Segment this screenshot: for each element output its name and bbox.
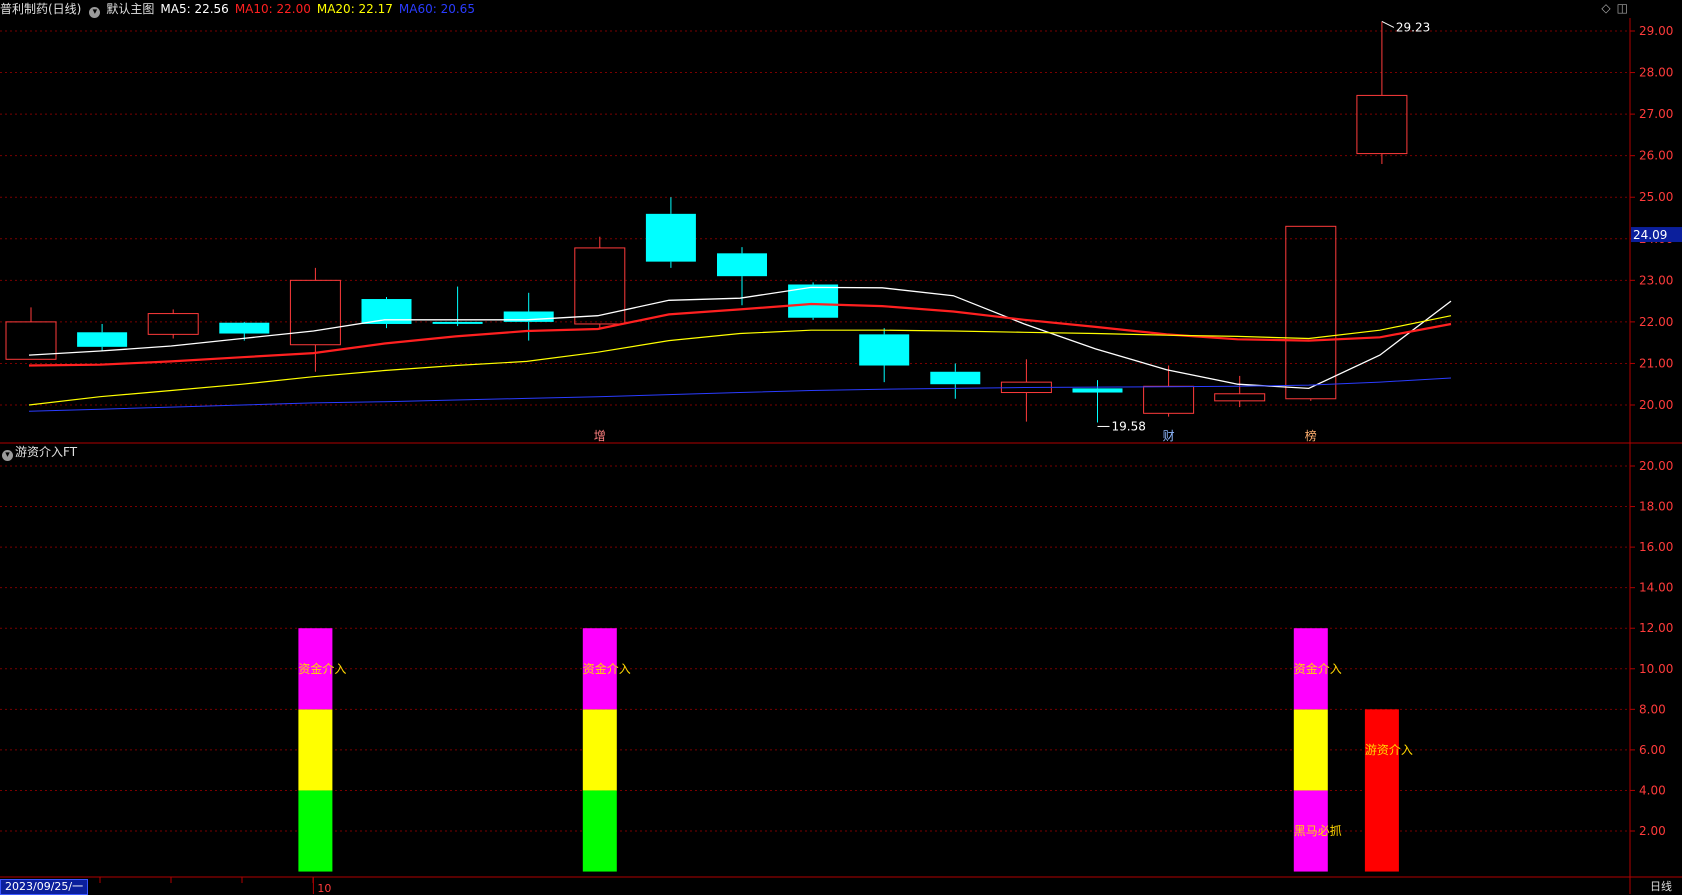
month-tick-label: 10 [317, 882, 331, 894]
ma-line-ma60 [28, 377, 1452, 412]
y-tick-label: 16.00 [1639, 540, 1673, 554]
y-tick-label: 21.00 [1639, 356, 1673, 370]
event-marker: 财 [1163, 429, 1175, 443]
y-tick-label: 12.00 [1639, 621, 1673, 635]
signal-label: 资金介入 [583, 661, 631, 676]
signal-bar-segment [298, 709, 333, 791]
candle-body [717, 253, 767, 277]
y-tick-label: 2.00 [1639, 824, 1666, 838]
candle-body [859, 334, 910, 366]
y-tick-label: 29.00 [1639, 24, 1673, 38]
y-tick-label: 20.00 [1639, 398, 1673, 412]
current-price-label: 24.09 [1633, 228, 1667, 242]
event-marker: 增 [594, 429, 606, 443]
signal-bar-segment [1293, 709, 1328, 791]
candle-body [219, 322, 270, 334]
y-tick-label: 14.00 [1639, 581, 1673, 595]
candle-body [1072, 388, 1123, 393]
candle-body [1143, 385, 1195, 414]
max-price-label: 29.23 [1396, 20, 1430, 34]
y-tick-label: 26.00 [1639, 149, 1673, 163]
y-tick-label: 23.00 [1639, 273, 1673, 287]
signal-bar-segment [298, 790, 333, 872]
candle-body [1214, 393, 1266, 402]
y-tick-label: 25.00 [1639, 190, 1673, 204]
signal-label: 资金介入 [298, 661, 346, 676]
y-tick-label: 18.00 [1639, 500, 1673, 514]
ma-line-ma10 [28, 302, 1452, 367]
candle-body [1356, 94, 1408, 155]
candle-body [1285, 225, 1337, 400]
candle-body [432, 321, 483, 324]
y-tick-label: 4.00 [1639, 783, 1666, 797]
candle-body [645, 213, 696, 262]
y-tick-label: 10.00 [1639, 662, 1673, 676]
candle-body [930, 371, 981, 385]
chart-canvas[interactable]: 29.0028.0027.0026.0025.0024.0023.0022.00… [0, 0, 1682, 894]
signal-label: 黑马必抓 [1294, 824, 1342, 838]
y-tick-label: 6.00 [1639, 743, 1666, 757]
y-tick-label: 28.00 [1639, 66, 1673, 80]
y-tick-label: 20.00 [1639, 459, 1673, 473]
signal-label: 资金介入 [1294, 661, 1342, 676]
y-tick-label: 8.00 [1639, 702, 1666, 716]
signal-bar-segment [582, 709, 617, 791]
max-arrow [1381, 20, 1395, 28]
date-cursor-label: 2023/09/25/一 [0, 879, 89, 895]
candle-body [77, 332, 128, 347]
y-tick-label: 27.00 [1639, 107, 1673, 121]
y-tick-label: 22.00 [1639, 315, 1673, 329]
signal-bar-segment [582, 790, 617, 872]
signal-bar-segment [1364, 709, 1399, 872]
candle-body [289, 279, 341, 346]
signal-label: 游资介入 [1365, 743, 1413, 757]
candle-body [574, 247, 626, 325]
period-label[interactable]: 日线 [1650, 878, 1672, 894]
min-price-label: 19.58 [1112, 419, 1146, 433]
ma-line-ma5 [28, 286, 1452, 390]
event-marker: 榜 [1305, 428, 1317, 443]
candle-body [147, 313, 199, 335]
